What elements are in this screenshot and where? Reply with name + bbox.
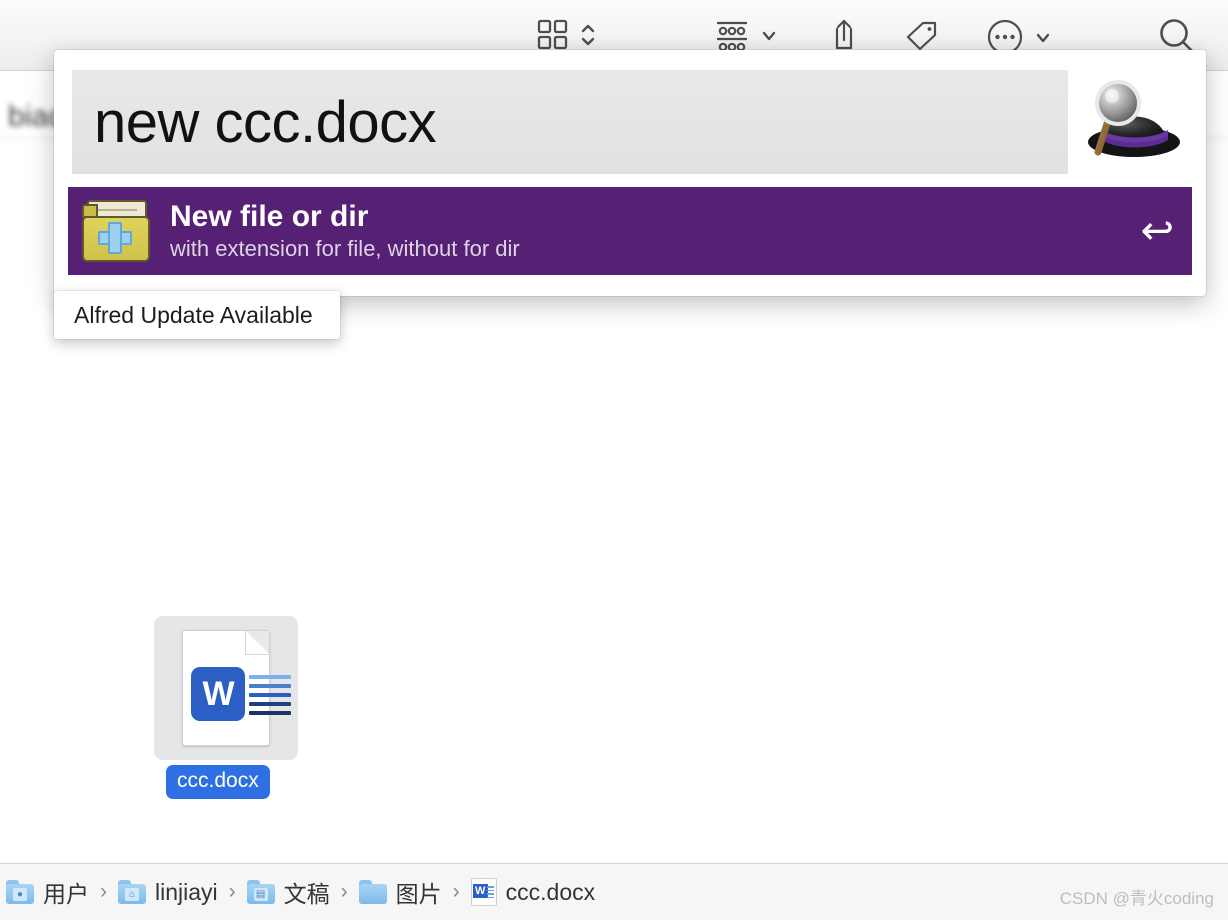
- documents-folder-icon: ▤: [246, 880, 275, 904]
- page-fold-icon: [245, 631, 269, 655]
- icon-view-grid-icon: [537, 19, 568, 50]
- chevron-up-down-icon[interactable]: [579, 18, 597, 52]
- file-label-ccc-docx[interactable]: ccc.docx: [166, 765, 270, 799]
- breadcrumb-separator: ›: [228, 880, 236, 903]
- alfred-result-subtitle: with extension for file, without for dir: [170, 236, 520, 262]
- tags-button[interactable]: [900, 18, 940, 54]
- word-document-icon: W: [470, 878, 497, 906]
- word-badge-icon: W: [191, 667, 245, 721]
- alfred-launcher-window: new ccc.docx New file or dir with extens…: [54, 50, 1206, 296]
- alfred-result-title: New file or dir: [170, 199, 369, 233]
- plus-icon: [98, 222, 132, 254]
- csdn-watermark: CSDN @青火coding: [1059, 889, 1214, 908]
- breadcrumb-separator: ›: [100, 880, 107, 903]
- breadcrumb-item-pictures[interactable]: 图片: [358, 875, 442, 909]
- breadcrumb-item-linjiayi[interactable]: ⌂ linjiayi: [118, 879, 218, 906]
- pictures-folder-icon: [358, 880, 387, 904]
- return-arrow-icon: ↩: [1140, 209, 1174, 253]
- tag-icon: [906, 21, 937, 51]
- alfred-update-tooltip[interactable]: Alfred Update Available: [54, 291, 340, 339]
- share-icon: [835, 19, 853, 50]
- finder-path-bar: ● 用户 › ⌂ linjiayi › ▤ 文稿 › 图片 › W ccc.do…: [0, 863, 1228, 920]
- users-folder-icon: ●: [6, 880, 34, 904]
- arrange-button[interactable]: [714, 18, 779, 52]
- alfred-search-input[interactable]: new ccc.docx: [72, 70, 1068, 174]
- alfred-hat-logo: [1088, 80, 1180, 157]
- arrange-group-icon: [717, 21, 747, 52]
- chevron-down-icon[interactable]: [759, 18, 779, 52]
- breadcrumb-separator: ›: [340, 880, 348, 903]
- breadcrumb-separator: ›: [452, 880, 460, 903]
- alfred-result-row[interactable]: New file or dir with extension for file,…: [68, 187, 1192, 275]
- home-folder-icon: ⌂: [118, 880, 146, 904]
- document-text-lines: [249, 675, 291, 720]
- icon-view-button[interactable]: [536, 18, 597, 52]
- breadcrumb-item-users[interactable]: ● 用户: [6, 875, 89, 909]
- file-icon-ccc-docx[interactable]: W: [154, 616, 298, 760]
- alfred-search-area: new ccc.docx: [54, 50, 1206, 184]
- alfred-query-text: new ccc.docx: [94, 89, 437, 155]
- new-file-folder-icon: [82, 200, 150, 262]
- chevron-down-icon[interactable]: [1033, 20, 1053, 54]
- breadcrumb-item-documents[interactable]: ▤ 文稿: [246, 875, 330, 909]
- breadcrumb-item-ccc-docx[interactable]: W ccc.docx: [470, 878, 595, 906]
- document-sheet-icon: W: [182, 630, 291, 746]
- alfred-result-text: New file or dir with extension for file,…: [170, 200, 520, 263]
- share-button[interactable]: [826, 16, 862, 54]
